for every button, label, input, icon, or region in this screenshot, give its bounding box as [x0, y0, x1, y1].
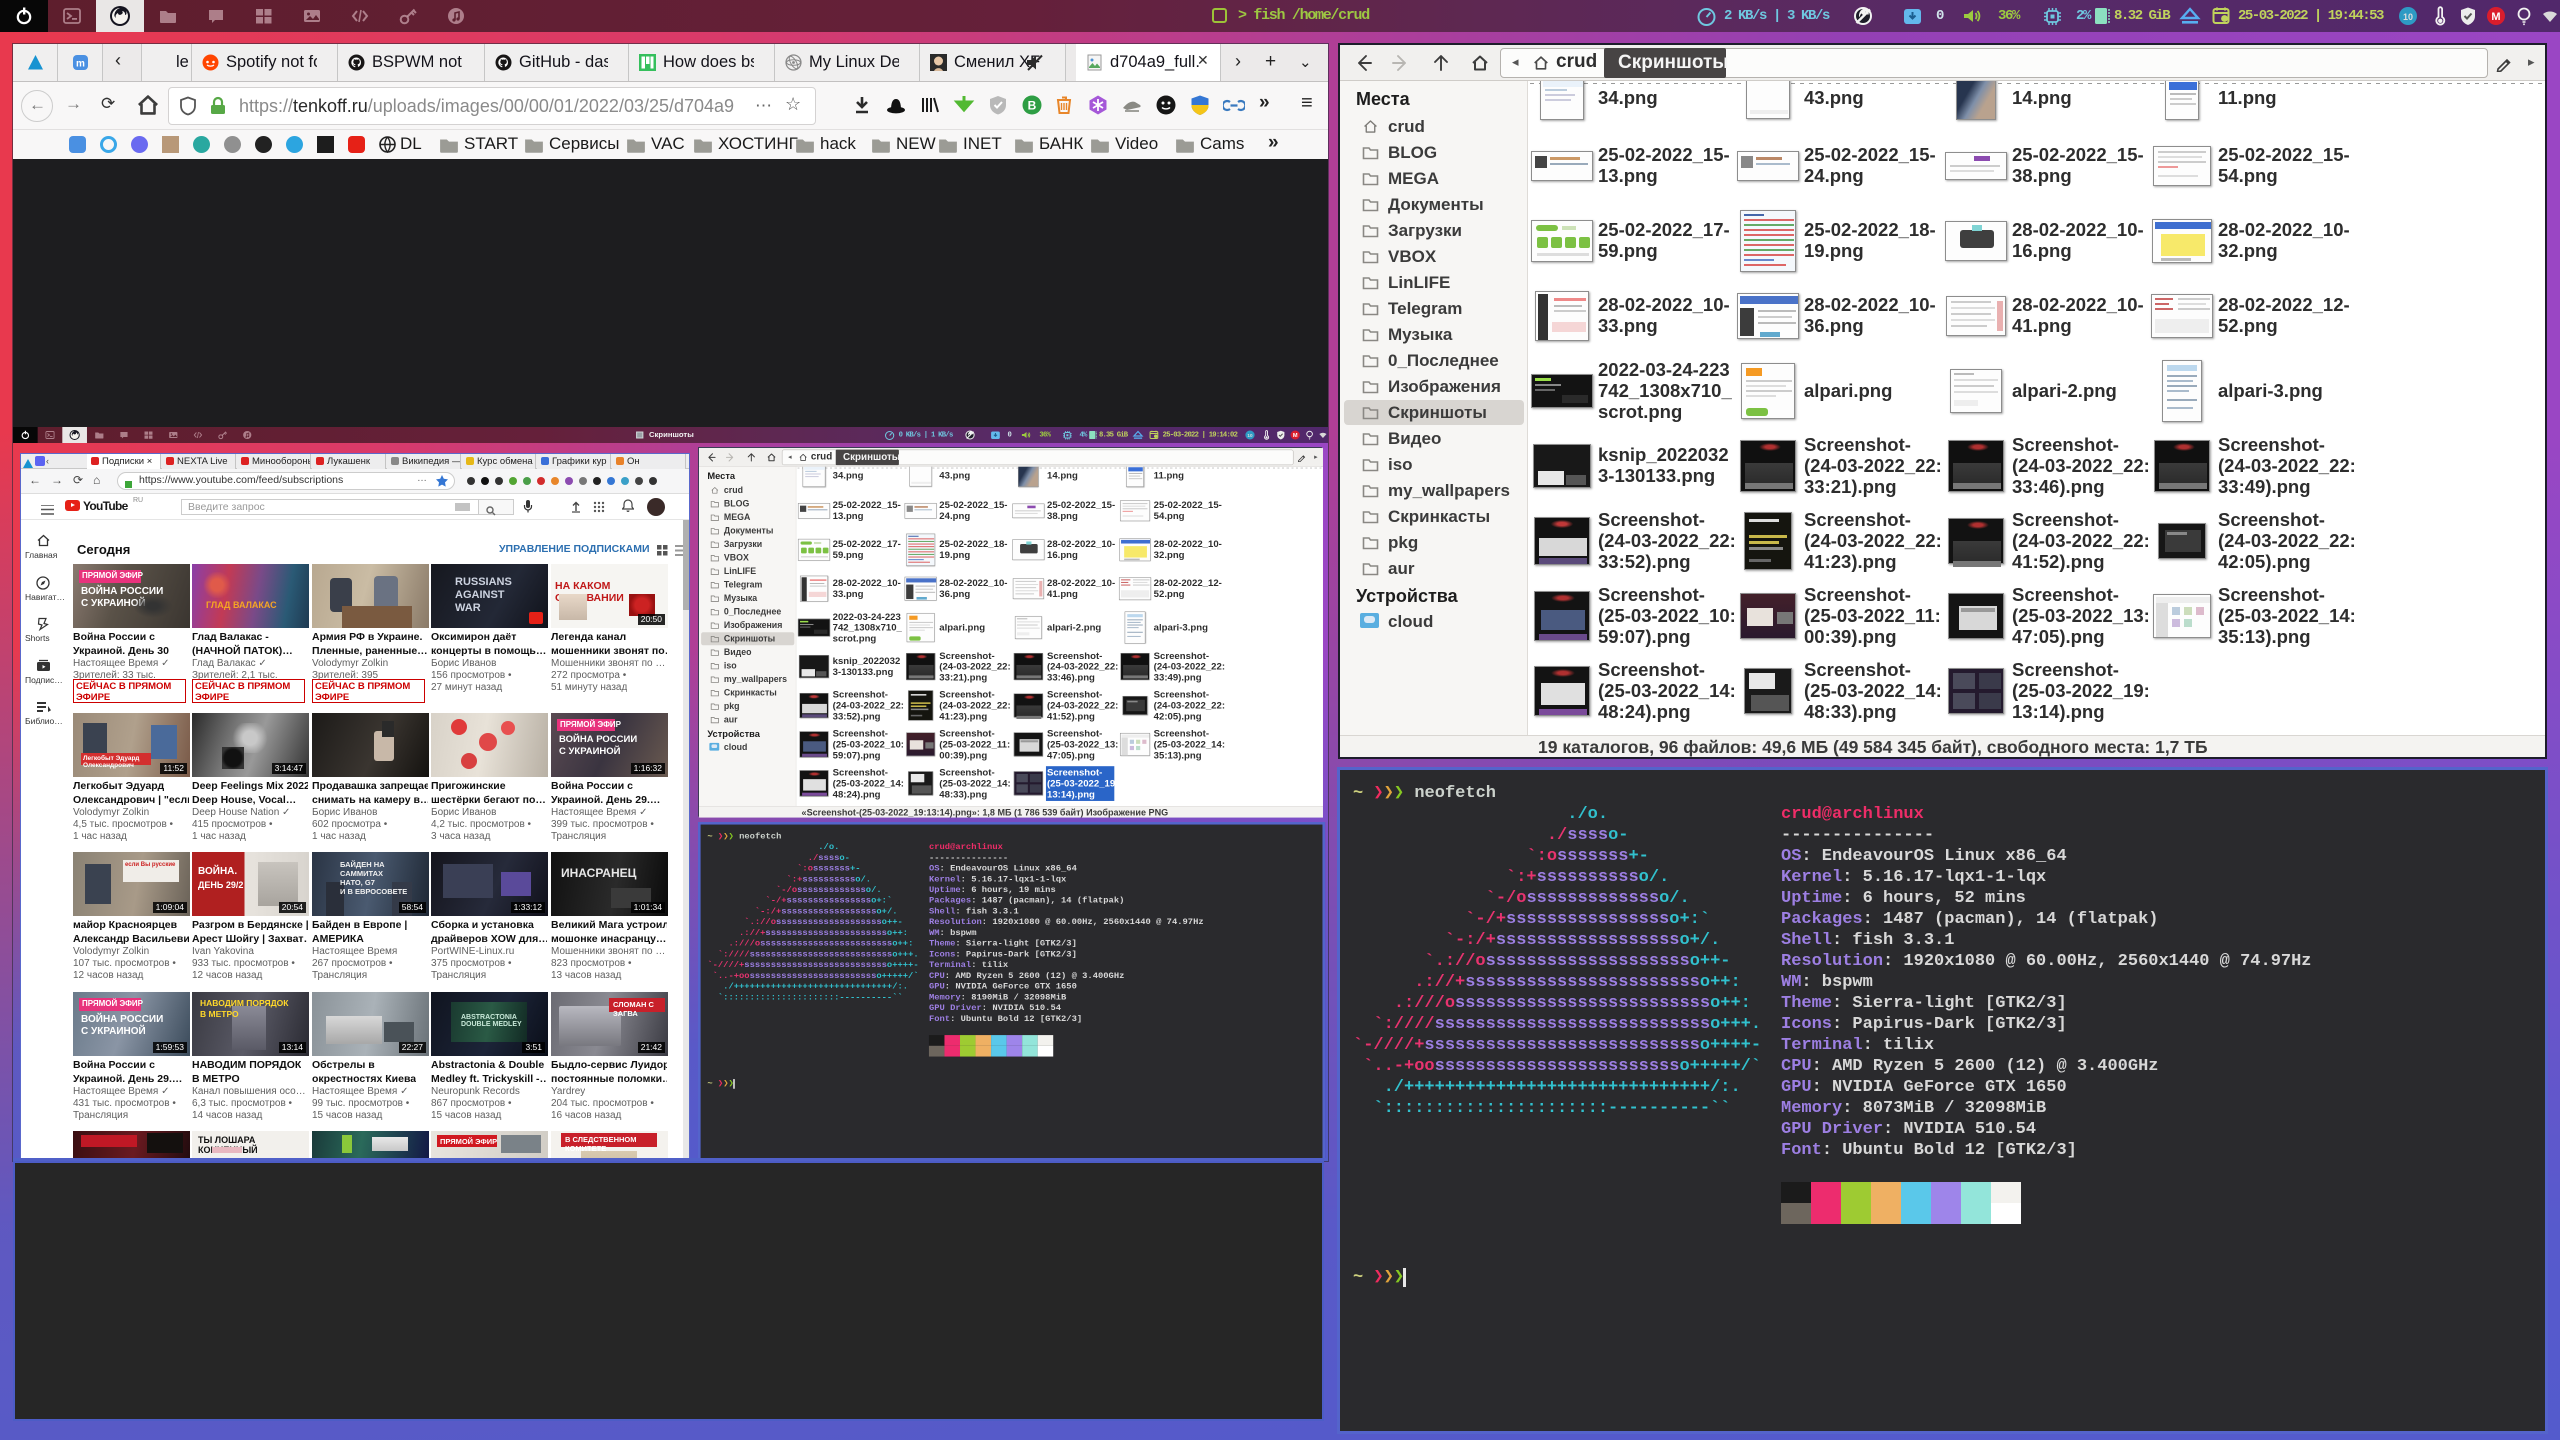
svg-text:m: m — [76, 59, 85, 70]
svg-text:M: M — [1293, 433, 1298, 439]
svg-text:10: 10 — [1247, 433, 1253, 438]
svg-text:M: M — [2491, 11, 2500, 23]
svg-text:10: 10 — [2403, 12, 2413, 22]
svg-text:B: B — [1028, 99, 1037, 113]
